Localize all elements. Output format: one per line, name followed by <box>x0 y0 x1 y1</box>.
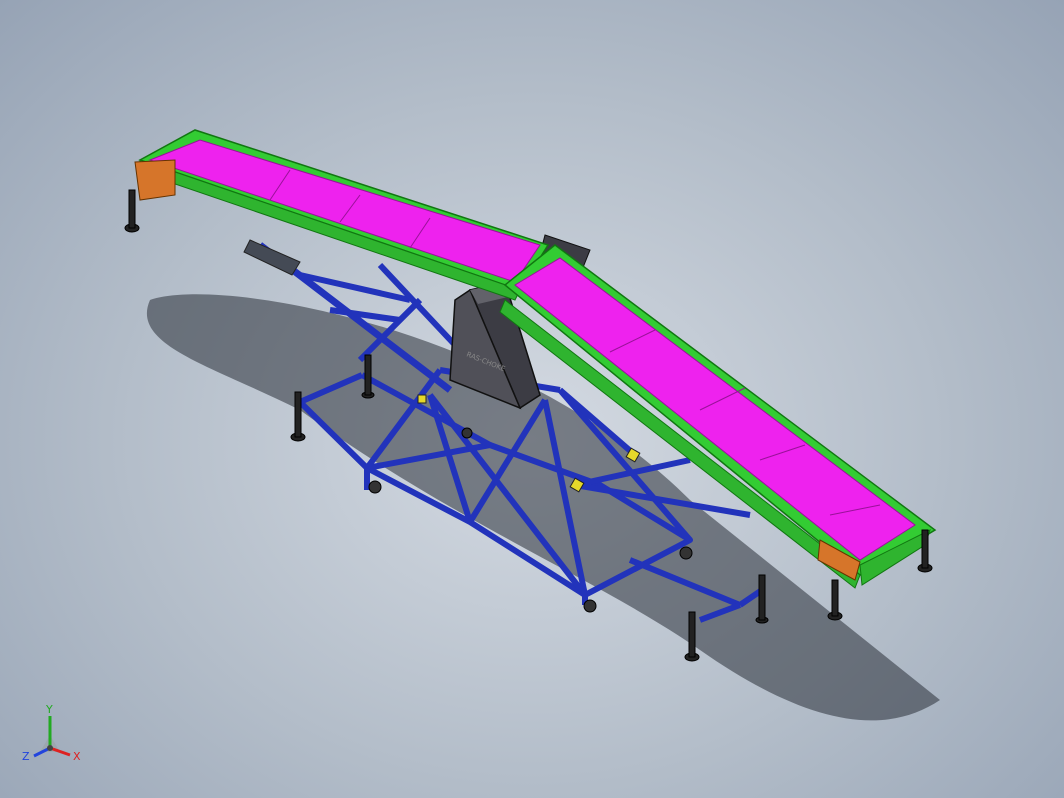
graphics-viewport[interactable]: RAS-CHOKE X Y Z <box>0 0 1064 798</box>
hydraulic-cylinder <box>243 239 301 276</box>
triad-x-label: X <box>73 750 81 763</box>
conveyor-upper-section <box>134 129 550 301</box>
conveyor-model[interactable]: RAS-CHOKE <box>0 0 1064 798</box>
triad-z-label: Z <box>22 750 30 763</box>
triad-origin <box>47 745 53 751</box>
orientation-triad: X Y Z <box>22 703 81 763</box>
triad-y-label: Y <box>45 703 53 716</box>
